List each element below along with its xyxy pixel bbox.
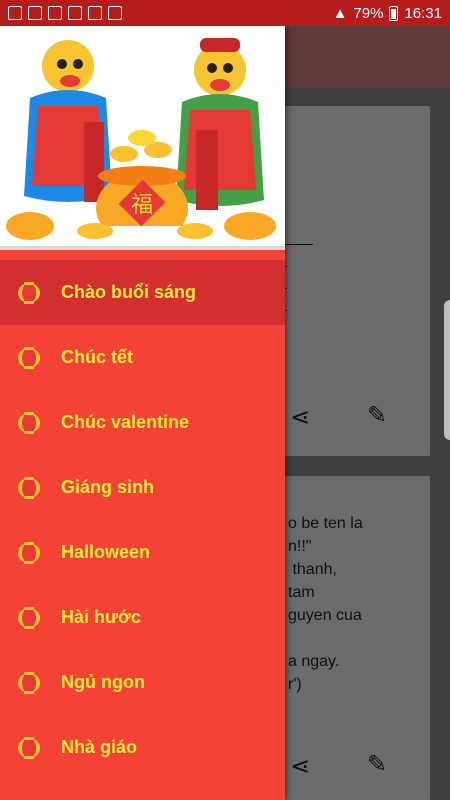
lantern-icon — [18, 281, 40, 304]
drawer-header-image: 福 — [0, 26, 285, 246]
header-divider — [0, 246, 285, 250]
share-icon[interactable]: ⋖ — [290, 403, 310, 431]
status-bar: ▲ 79% 16:31 — [0, 0, 450, 26]
menu-item-label: Nhà giáo — [61, 737, 138, 757]
menu-item-chuc-valentine[interactable]: Chúc valentine — [0, 390, 285, 455]
lantern-icon — [18, 476, 40, 499]
notification-icon — [88, 6, 102, 20]
lantern-icon — [18, 736, 40, 759]
menu-item-hai-huoc[interactable]: Hài hước — [0, 585, 285, 650]
notification-icon — [68, 6, 82, 20]
lunar-new-year-illustration: 福 — [0, 38, 285, 246]
menu-item-label: Ngủ ngon — [61, 672, 145, 692]
menu-item-label: Giáng sinh — [61, 477, 155, 497]
battery-icon — [389, 5, 399, 21]
lantern-icon — [18, 411, 40, 434]
battery-percent: 79% — [353, 4, 384, 22]
menu-item-halloween[interactable]: Halloween — [0, 520, 285, 585]
lantern-icon — [18, 541, 40, 564]
message-text: o be ten la n!!" thanh, tam guyen cua a … — [288, 515, 363, 693]
edit-icon[interactable]: ✎ — [367, 750, 387, 778]
notification-icon — [48, 6, 62, 20]
lantern-icon — [18, 606, 40, 629]
lantern-icon — [18, 671, 40, 694]
lantern-icon — [18, 346, 40, 369]
svg-text:福: 福 — [131, 193, 153, 218]
menu-item-nha-giao[interactable]: Nhà giáo — [0, 715, 285, 780]
notification-icons — [0, 6, 122, 20]
menu-item-chao-buoi-sang[interactable]: Chào buổi sáng — [0, 260, 285, 325]
menu-item-ngu-ngon[interactable]: Ngủ ngon — [0, 650, 285, 715]
menu-item-label: Halloween — [61, 542, 151, 562]
signal-icon: ▲ — [332, 4, 348, 22]
share-icon[interactable]: ⋖ — [290, 752, 310, 780]
clock: 16:31 — [404, 4, 442, 22]
scroll-handle[interactable] — [444, 300, 450, 440]
notification-icon — [108, 6, 122, 20]
menu-item-chuc-tet[interactable]: Chúc tết — [0, 325, 285, 390]
menu-item-label: Chào buổi sáng — [61, 282, 196, 302]
drawer-menu: Chào buổi sáng Chúc tết Chúc valentine G… — [0, 260, 285, 780]
menu-item-label: Chúc valentine — [61, 412, 190, 432]
edit-icon[interactable]: ✎ — [367, 401, 387, 429]
menu-item-label: Hài hước — [61, 607, 141, 627]
navigation-drawer: 福 Chào buổi sáng Chúc tết Chúc valentine — [0, 26, 285, 800]
menu-item-giang-sinh[interactable]: Giáng sinh — [0, 455, 285, 520]
notification-icon — [28, 6, 42, 20]
menu-item-label: Chúc tết — [61, 347, 133, 367]
notification-icon — [8, 6, 22, 20]
